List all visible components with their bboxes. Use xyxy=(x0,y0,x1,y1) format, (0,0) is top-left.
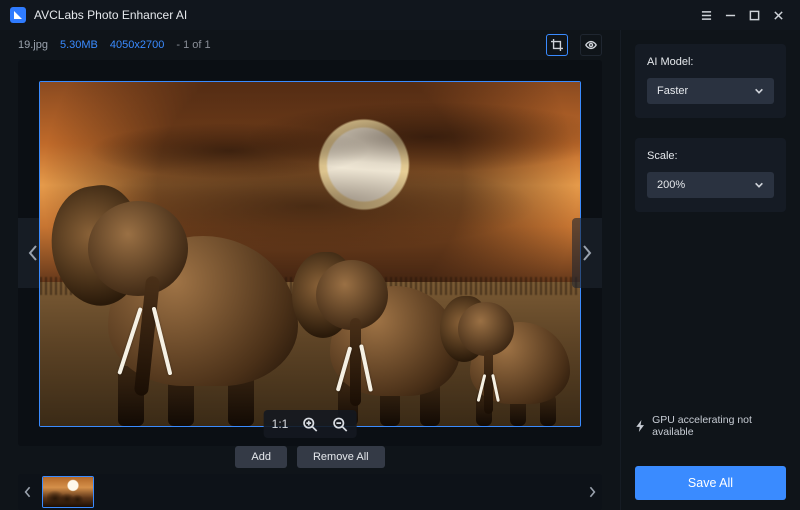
chevron-down-icon xyxy=(754,86,764,96)
maximize-button[interactable] xyxy=(742,3,766,27)
scale-value: 200% xyxy=(657,179,685,191)
app-title: AVCLabs Photo Enhancer AI xyxy=(34,8,187,22)
save-all-button[interactable]: Save All xyxy=(635,466,786,500)
chevron-right-icon xyxy=(581,244,593,262)
crop-button[interactable] xyxy=(546,34,568,56)
maximize-icon xyxy=(749,10,760,21)
action-bar: Add Remove All xyxy=(18,446,602,468)
preview-button[interactable] xyxy=(580,34,602,56)
zoom-in-button[interactable] xyxy=(302,416,318,432)
next-image-button[interactable] xyxy=(572,218,602,288)
ai-model-label: AI Model: xyxy=(647,56,774,68)
minimize-button[interactable] xyxy=(718,3,742,27)
ai-model-dropdown[interactable]: Faster xyxy=(647,78,774,104)
chevron-left-icon xyxy=(24,486,32,498)
bottom-row: Add Remove All xyxy=(0,446,620,510)
zoom-ratio[interactable]: 1:1 xyxy=(272,417,289,431)
preview-image[interactable] xyxy=(39,81,581,427)
ai-model-panel: AI Model: Faster xyxy=(635,44,786,118)
filmstrip-next-button[interactable] xyxy=(582,474,602,510)
canvas: 1:1 xyxy=(18,60,602,446)
chevron-right-icon xyxy=(588,486,596,498)
scale-dropdown[interactable]: 200% xyxy=(647,172,774,198)
app-logo xyxy=(10,7,26,23)
scale-label: Scale: xyxy=(647,150,774,162)
bolt-icon xyxy=(635,420,646,432)
file-dimensions: 4050x2700 xyxy=(110,39,164,51)
chevron-down-icon xyxy=(754,180,764,190)
sidebar: AI Model: Faster Scale: 200% GPU acceler… xyxy=(620,30,800,510)
eye-icon xyxy=(585,39,597,51)
crop-icon xyxy=(551,39,563,51)
file-info-bar: 19.jpg 5.30MB 4050x2700 - 1 of 1 xyxy=(18,34,602,56)
gpu-status-text: GPU accelerating not available xyxy=(652,414,786,438)
close-icon xyxy=(773,10,784,21)
zoom-out-button[interactable] xyxy=(332,416,348,432)
zoom-toolbar: 1:1 xyxy=(264,410,357,438)
zoom-out-icon xyxy=(333,417,348,432)
file-index: - 1 of 1 xyxy=(176,39,210,51)
image-content xyxy=(48,176,308,426)
titlebar: AVCLabs Photo Enhancer AI xyxy=(0,0,800,30)
add-button[interactable]: Add xyxy=(235,446,287,468)
scale-panel: Scale: 200% xyxy=(635,138,786,212)
filmstrip-prev-button[interactable] xyxy=(18,474,38,510)
image-panel: 19.jpg 5.30MB 4050x2700 - 1 of 1 xyxy=(0,30,620,446)
file-name: 19.jpg xyxy=(18,39,48,51)
chevron-left-icon xyxy=(27,244,39,262)
thumbnail[interactable] xyxy=(42,476,94,508)
ai-model-value: Faster xyxy=(657,85,688,97)
remove-all-button[interactable]: Remove All xyxy=(297,446,385,468)
minimize-icon xyxy=(725,10,736,21)
file-size: 5.30MB xyxy=(60,39,98,51)
close-button[interactable] xyxy=(766,3,790,27)
hamburger-icon xyxy=(701,10,712,21)
zoom-in-icon xyxy=(303,417,318,432)
menu-button[interactable] xyxy=(694,3,718,27)
filmstrip xyxy=(18,474,602,510)
thumbnail-track xyxy=(38,474,582,510)
gpu-status: GPU accelerating not available xyxy=(635,414,786,438)
